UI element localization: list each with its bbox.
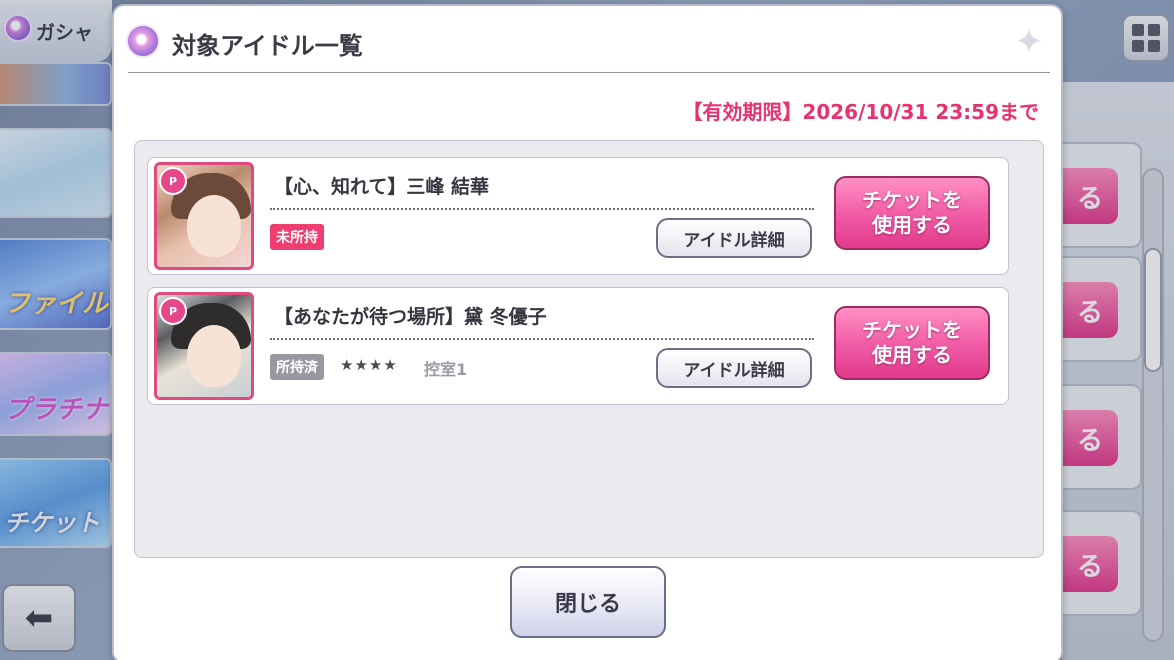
dotted-divider — [270, 338, 814, 340]
idol-list: P 【心、知れて】三峰 結華 未所持 アイドル詳細 チケットを 使用する P 【… — [134, 140, 1044, 558]
use-ticket-button[interactable]: チケットを 使用する — [834, 176, 990, 250]
ownership-badge: 所持済 — [270, 354, 324, 380]
idol-detail-button[interactable]: アイドル詳細 — [656, 218, 812, 258]
rarity-badge-icon: P — [159, 297, 187, 325]
room-label: 控室1 — [424, 360, 468, 379]
use-ticket-label: チケットを 使用する — [862, 188, 962, 237]
idol-list-item: P 【心、知れて】三峰 結華 未所持 アイドル詳細 チケットを 使用する — [147, 157, 1009, 275]
idol-list-dialog: 対象アイドル一覧 ✦ 【有効期限】2026/10/31 23:59まで P 【心… — [112, 4, 1063, 660]
dotted-divider — [270, 208, 814, 210]
idol-name: 【心、知れて】三峰 結華 — [274, 176, 490, 198]
idol-detail-button[interactable]: アイドル詳細 — [656, 348, 812, 388]
dialog-title: 対象アイドル一覧 — [172, 32, 363, 60]
ownership-badge: 未所持 — [270, 224, 324, 250]
idol-thumbnail[interactable]: P — [154, 292, 254, 400]
idol-list-icon — [126, 24, 160, 58]
idol-list-item: P 【あなたが待つ場所】黛 冬優子 所持済 ★★★★ 控室1 アイドル詳細 チケ… — [147, 287, 1009, 405]
title-divider — [128, 72, 1050, 73]
expiry-text: 【有効期限】2026/10/31 23:59まで — [682, 100, 1039, 124]
close-button[interactable]: 閉じる — [510, 566, 666, 638]
idol-thumbnail[interactable]: P — [154, 162, 254, 270]
use-ticket-button[interactable]: チケットを 使用する — [834, 306, 990, 380]
use-ticket-label: チケットを 使用する — [862, 318, 962, 367]
sparkle-icon: ✦ — [1014, 22, 1044, 62]
star-rating: ★★★★ — [340, 356, 398, 374]
idol-name: 【あなたが待つ場所】黛 冬優子 — [274, 306, 547, 328]
rarity-badge-icon: P — [159, 167, 187, 195]
